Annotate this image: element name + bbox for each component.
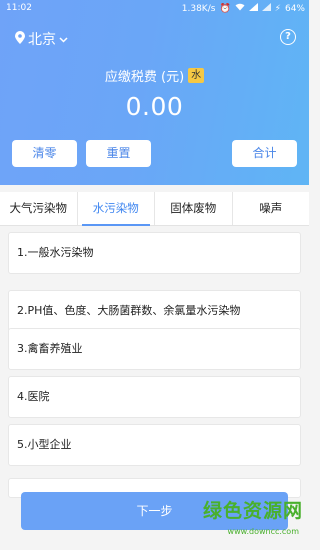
city-name: 北京 (28, 32, 56, 48)
status-time: 11:02 (6, 3, 32, 13)
battery-text: 64% (284, 3, 305, 14)
wifi-icon (235, 3, 245, 14)
watermark-logo: 绿色资源网 (202, 500, 303, 522)
clear-button[interactable]: 清零 (12, 140, 77, 167)
alarm-icon: ⏰ (219, 3, 231, 14)
signal-icon (248, 3, 258, 14)
list-item[interactable]: 4.医院 (8, 376, 301, 418)
tab-noise[interactable]: 噪声 (233, 192, 310, 225)
list-item[interactable]: 2.PH值、色度、大肠菌群数、余氯量水污染物 (8, 290, 301, 332)
header-panel: 11:02 1.38K/s ⏰ ⚡ 64% 北京 ? 应缴税费 (元) 水 0.… (0, 0, 309, 185)
list-item[interactable]: 3.禽畜养殖业 (8, 328, 301, 370)
network-speed: 1.38K/s (181, 3, 216, 14)
status-right: 1.38K/s ⏰ ⚡ 64% (182, 3, 305, 14)
tab-water-pollutants[interactable]: 水污染物 (78, 192, 155, 226)
tax-label: 应缴税费 (元) (104, 70, 185, 85)
signal-icon-2 (261, 3, 271, 14)
help-icon[interactable]: ? (280, 29, 296, 45)
tax-label-row: 应缴税费 (元) 水 (0, 66, 309, 85)
charging-icon: ⚡ (274, 3, 281, 14)
list-item[interactable]: 5.小型企业 (8, 424, 301, 466)
chevron-down-icon (59, 31, 68, 47)
tab-solid-waste[interactable]: 固体废物 (155, 192, 233, 225)
watermark-url: www.downcc.com (227, 527, 299, 536)
status-bar: 11:02 1.38K/s ⏰ ⚡ 64% (0, 0, 309, 18)
tax-amount: 0.00 (125, 92, 184, 121)
category-tabs: 大气污染物 水污染物 固体废物 噪声 (0, 192, 309, 226)
tax-type-badge: 水 (188, 68, 205, 83)
city-selector[interactable]: 北京 (15, 29, 68, 49)
total-button[interactable]: 合计 (232, 140, 297, 167)
location-pin-icon (15, 30, 25, 48)
tab-air-pollutants[interactable]: 大气污染物 (0, 192, 78, 225)
list-item[interactable]: 1.一般水污染物 (8, 232, 301, 274)
reset-button[interactable]: 重置 (86, 140, 151, 167)
